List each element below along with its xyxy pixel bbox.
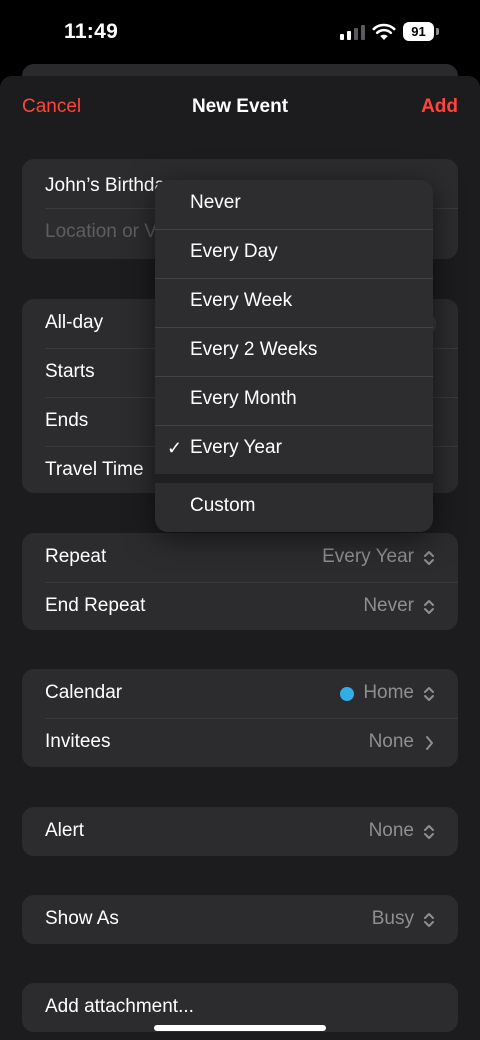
battery-level: 91: [403, 22, 434, 41]
ends-label: Ends: [45, 410, 89, 431]
checkmark-icon: ✓: [167, 438, 183, 458]
add-attachment-label[interactable]: Add attachment...: [45, 996, 194, 1018]
menu-item-every-month[interactable]: Every Month: [155, 376, 433, 425]
home-indicator[interactable]: [154, 1025, 326, 1031]
location-placeholder[interactable]: Location or V: [45, 221, 157, 243]
alert-group: Alert None: [22, 807, 458, 856]
menu-item-every-day[interactable]: Every Day: [155, 229, 433, 278]
menu-item-every-year[interactable]: ✓ Every Year: [155, 425, 433, 474]
menu-item-every-week[interactable]: Every Week: [155, 278, 433, 327]
end-repeat-label: End Repeat: [45, 595, 146, 616]
menu-item-label: Every Month: [190, 388, 297, 409]
calendar-row[interactable]: Calendar Home: [22, 669, 458, 718]
page-title: New Event: [191, 96, 289, 117]
starts-label: Starts: [45, 361, 95, 382]
alert-label: Alert: [45, 820, 85, 841]
calendar-value[interactable]: Home: [363, 682, 414, 704]
chevron-up-down-icon: [424, 825, 434, 839]
all-day-label: All-day: [45, 312, 104, 333]
calendar-label: Calendar: [45, 682, 123, 703]
menu-separator: [155, 474, 433, 483]
end-repeat-value[interactable]: Never: [363, 595, 414, 617]
repeat-menu: Never Every Day Every Week Every 2 Weeks…: [155, 180, 433, 532]
menu-item-label: Never: [190, 192, 241, 213]
cellular-signal-icon: [340, 24, 366, 40]
alert-row[interactable]: Alert None: [22, 807, 458, 856]
menu-item-label: Every Year: [190, 437, 282, 458]
title-value[interactable]: John’s Birthda: [45, 175, 165, 197]
chevron-right-icon: [426, 736, 433, 750]
invitees-label: Invitees: [45, 731, 111, 752]
repeat-value[interactable]: Every Year: [322, 546, 414, 568]
travel-time-label: Travel Time: [45, 459, 144, 480]
invitees-row[interactable]: Invitees None: [22, 718, 458, 767]
repeat-row[interactable]: Repeat Every Year: [22, 533, 458, 582]
chevron-up-down-icon: [424, 551, 434, 565]
show-as-label: Show As: [45, 908, 119, 929]
menu-item-custom[interactable]: Custom: [155, 483, 433, 532]
wifi-icon: [372, 23, 396, 40]
repeat-label: Repeat: [45, 546, 107, 567]
status-bar: 11:49 91: [0, 0, 480, 64]
chevron-up-down-icon: [424, 600, 434, 614]
menu-item-label: Custom: [190, 495, 256, 516]
end-repeat-row[interactable]: End Repeat Never: [22, 582, 458, 630]
show-as-row[interactable]: Show As Busy: [22, 895, 458, 944]
chevron-up-down-icon: [424, 687, 434, 701]
repeat-group: Repeat Every Year End Repeat Never: [22, 533, 458, 630]
calendar-group: Calendar Home Invitees None: [22, 669, 458, 767]
menu-item-label: Every Week: [190, 290, 293, 311]
add-button[interactable]: Add: [421, 96, 458, 118]
chevron-up-down-icon: [424, 913, 434, 927]
show-as-value[interactable]: Busy: [372, 908, 414, 930]
show-as-group: Show As Busy: [22, 895, 458, 944]
alert-value[interactable]: None: [369, 820, 414, 842]
status-time: 11:49: [64, 20, 119, 43]
battery-icon: 91: [403, 22, 439, 41]
menu-item-never[interactable]: Never: [155, 180, 433, 229]
invitees-value[interactable]: None: [369, 731, 414, 753]
calendar-color-dot: [340, 687, 354, 701]
menu-item-label: Every Day: [190, 241, 278, 262]
menu-item-every-2-weeks[interactable]: Every 2 Weeks: [155, 327, 433, 376]
menu-item-label: Every 2 Weeks: [190, 339, 318, 360]
